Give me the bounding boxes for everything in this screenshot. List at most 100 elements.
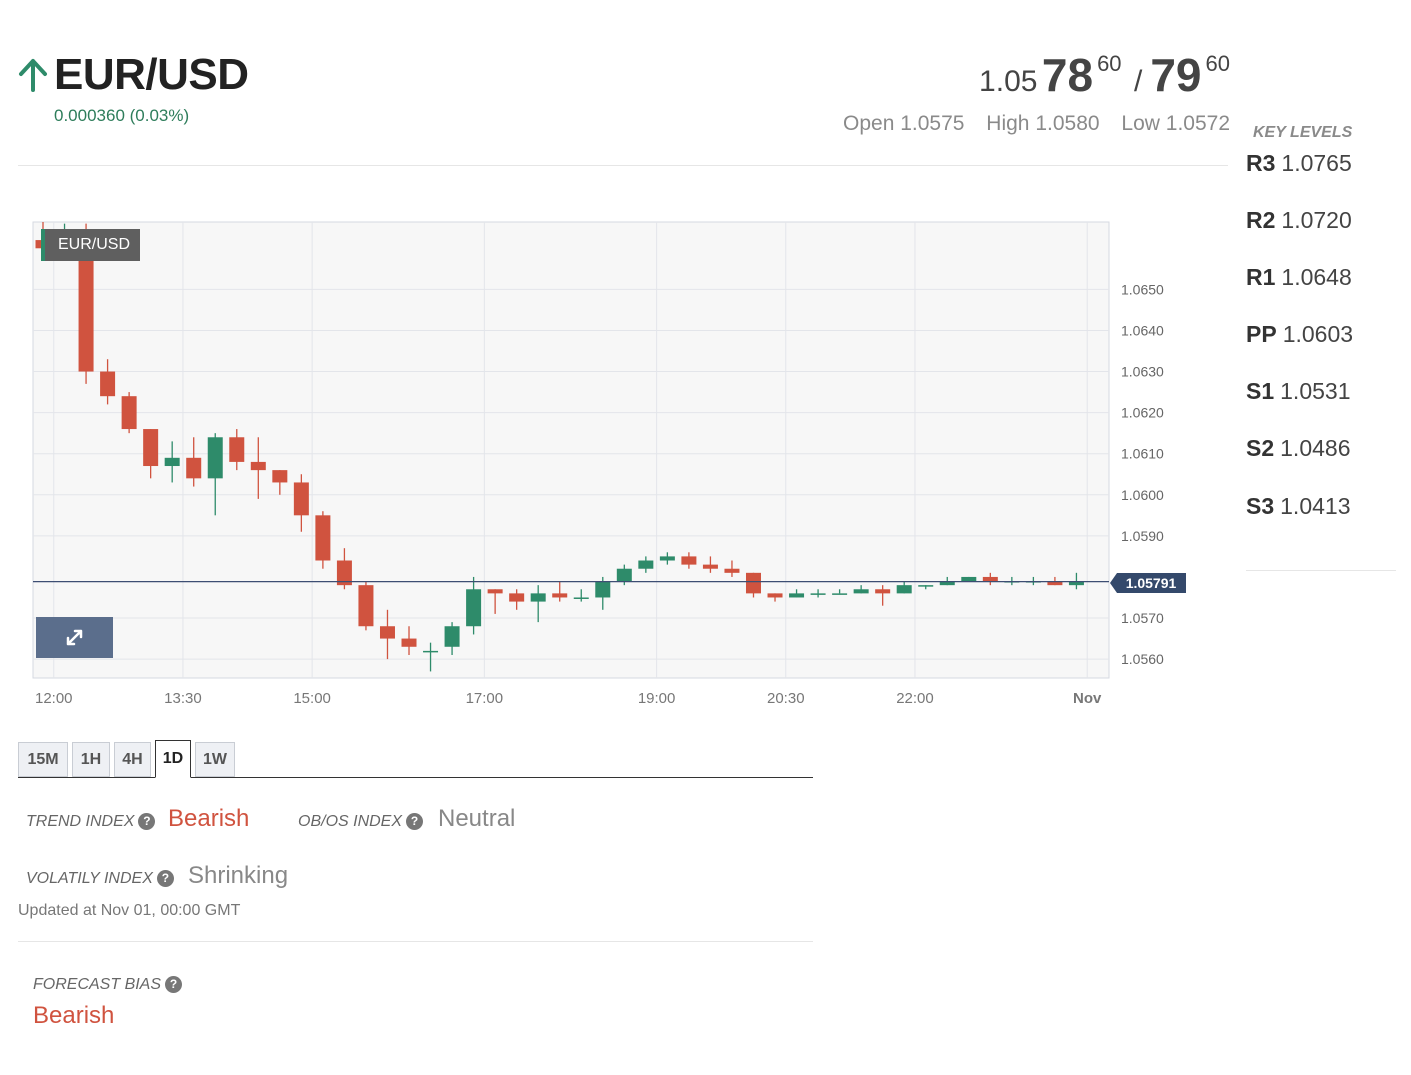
key-levels-title: KEY LEVELS [1253,124,1353,141]
key-level-s2: S2 1.0486 [1246,435,1351,461]
candle-body [423,650,439,653]
key-level-r3: R3 1.0765 [1246,150,1352,176]
y-tick-label: 1.0560 [1121,651,1164,667]
candle-body [358,585,374,627]
candle [315,511,331,569]
candle-body [466,589,482,627]
ask-main: 79 [1150,49,1202,101]
candlestick-chart[interactable]: 1.0650 1.0640 1.0630 1.0620 1.0610 1.0600 1.05… [0,200,1200,720]
candle-body [315,515,331,561]
candle-body [207,437,223,479]
candle-body [186,457,202,479]
key-level-s3: S3 1.0413 [1246,493,1351,519]
help-icon[interactable]: ? [138,813,156,830]
candle-body [810,593,826,595]
price-separator: / [1134,65,1143,98]
candle-body [767,593,783,598]
candle-body [918,585,934,587]
y-tick-label: 1.0620 [1121,405,1164,421]
trend-index-value: Bearish [168,805,250,832]
obos-index-label: OB/OS INDEX? [298,813,424,831]
pair-title: EUR/USD [54,50,249,99]
candle [121,392,137,434]
divider [1246,570,1396,571]
x-tick-label: 12:00 [35,690,73,707]
tab-1w[interactable]: 1W [195,742,235,777]
candle-body [552,593,568,598]
y-tick-label: 1.0650 [1121,281,1164,297]
candle-body [982,576,998,582]
candle-body [853,589,869,594]
expand-chart-button[interactable] [36,617,113,658]
y-tick-label: 1.0600 [1121,487,1164,503]
candle-body [616,568,632,582]
high-value: High 1.0580 [986,112,1100,135]
key-level-r2: R2 1.0720 [1246,207,1352,233]
chart-series-tag: EUR/USD [41,229,141,261]
low-value: Low 1.0572 [1121,112,1230,135]
candle-body [595,581,611,598]
candle-body [638,560,654,569]
candle-body [789,593,805,598]
candle-body [401,638,417,647]
divider [18,941,813,942]
trend-index-label: TREND INDEX? [26,813,156,831]
y-tick-label: 1.0630 [1121,364,1164,380]
candle-body [293,482,309,516]
candle-body [164,457,180,467]
candle-body [832,593,848,595]
divider [18,165,1228,166]
arrow-up-icon [19,59,47,92]
candle-body [509,593,525,602]
volatility-index-label: VOLATILY INDEX? [26,870,174,888]
y-tick-label: 1.0590 [1121,528,1164,544]
x-tick-label: Nov [1073,690,1102,707]
bid-prefix: 1.05 [979,65,1038,98]
tab-1d[interactable]: 1D [155,740,191,778]
updated-timestamp: Updated at Nov 01, 00:00 GMT [18,902,241,919]
help-icon[interactable]: ? [406,813,424,830]
candle-body [573,597,589,599]
candle-body [143,429,159,467]
candle-body [681,556,697,565]
bid-ask-price: 1.05 78 60 /79 60 [979,48,1230,102]
help-icon[interactable]: ? [165,976,183,993]
candle-body [100,371,116,397]
candle-body [659,556,675,561]
open-high-low: Open 1.0575 High 1.0580 Low 1.0572 [827,112,1230,136]
x-tick-label: 20:30 [767,690,805,707]
volatility-index-value: Shrinking [188,862,289,889]
plot-area [32,221,1110,679]
forecast-bias-label: FORECAST BIAS? [33,976,183,994]
x-tick-label: 19:00 [638,690,676,707]
candle-body [530,593,546,602]
bid-pip: 60 [1097,51,1122,76]
candle-body [121,396,137,430]
candle-body [272,470,288,483]
current-price-label: 1.05791 [1126,575,1177,591]
candle [961,576,977,582]
candle-body [379,626,395,639]
candle-body [444,626,460,647]
candle-body [250,461,266,471]
x-tick-label: 13:30 [164,690,202,707]
tab-15m[interactable]: 15M [18,742,68,777]
ask-pip: 60 [1205,51,1230,76]
tab-1h[interactable]: 1H [72,742,110,777]
candle-body [896,585,912,594]
open-value: Open 1.0575 [843,112,965,135]
x-tick-label: 22:00 [896,690,934,707]
x-tick-label: 15:00 [293,690,331,707]
timeframe-tabs: 15M 1H 4H 1D 1W [18,740,813,778]
bid-main: 78 [1041,49,1094,101]
candle-body [961,576,977,582]
x-axis: 12:00 13:30 15:00 17:00 19:00 20:30 22:00 Nov [35,690,1102,707]
candle-body [229,437,245,462]
key-level-r1: R1 1.0648 [1246,264,1352,290]
current-price-tag: 1.05791 [1110,573,1186,593]
y-tick-label: 1.0610 [1121,446,1164,462]
x-tick-label: 17:00 [466,690,504,707]
help-icon[interactable]: ? [156,870,174,887]
tab-4h[interactable]: 4H [114,742,151,777]
candle-body [724,568,740,573]
